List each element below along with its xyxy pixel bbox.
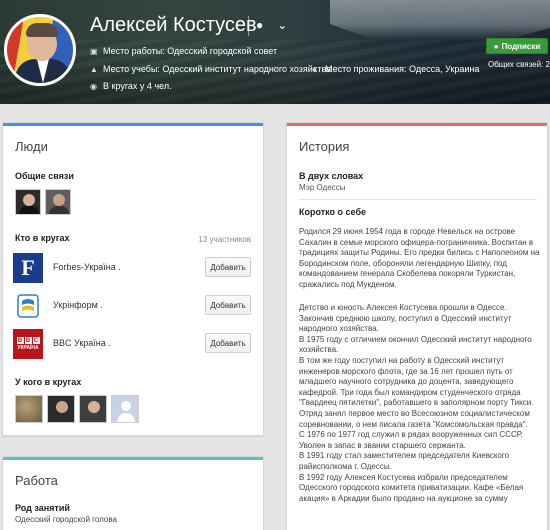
occupation-label: Род занятий	[15, 503, 70, 513]
occupation-value: Одесский городской голова	[15, 515, 117, 524]
avatar-hair	[26, 23, 58, 37]
common-connection-avatar-1[interactable]	[15, 189, 41, 215]
brief-value: Мэр Одессы	[299, 183, 346, 192]
common-connections-count: Общих связей: 2	[488, 60, 550, 69]
list-item-name[interactable]: Forbes-Україна .	[53, 262, 121, 272]
about-paragraph-2: Детство и юность Алексея Костусева прошл…	[299, 303, 534, 503]
people-title: Люди	[15, 139, 48, 154]
info-circles: ◉ В кругах у 4 чел.	[90, 81, 172, 91]
list-item: F Forbes-Україна . Добавить	[13, 251, 253, 285]
info-residence: ● Место проживания: Одесса, Украина	[312, 64, 479, 74]
info-education-text: Место учебы: Одесский институт народного…	[103, 64, 332, 74]
location-pin-icon[interactable]: ●	[256, 18, 263, 32]
location-pin-icon: ●	[312, 64, 317, 74]
has-in-circles-title: У кого в кругах	[15, 377, 82, 387]
briefcase-icon: ▣	[90, 46, 98, 56]
avatar[interactable]	[4, 14, 76, 86]
add-button[interactable]: Добавить	[205, 257, 251, 277]
chevron-down-icon[interactable]: ⌄	[277, 18, 287, 32]
list-item: Укрінформ . Добавить	[13, 289, 253, 323]
circle-member-avatar-1[interactable]	[15, 395, 43, 423]
work-card-accent	[3, 457, 263, 460]
add-button[interactable]: Добавить	[205, 295, 251, 315]
circles-icon: ◉	[90, 81, 97, 91]
list-item-name[interactable]: Укрінформ .	[53, 300, 103, 310]
subscribe-button[interactable]: ● Подписки	[486, 38, 548, 54]
list-item-name[interactable]: BBC Україна .	[53, 338, 111, 348]
subscribe-label: Подписки	[501, 41, 541, 51]
common-connections-title: Общие связи	[15, 171, 74, 181]
bbc-logo-icon[interactable]: B B C УКРАЇНА	[13, 329, 43, 359]
name-divider	[248, 16, 249, 36]
divider	[299, 199, 537, 200]
about-label: Коротко о себе	[299, 207, 367, 217]
profile-name: Алексей Костусев	[90, 14, 257, 36]
graduation-cap-icon: ▲	[90, 64, 98, 74]
history-card: История В двух словах Мэр Одессы Коротко…	[286, 122, 548, 530]
people-card: Люди Общие связи Кто в кругах 13 участни…	[2, 122, 264, 436]
circle-member-avatar-3[interactable]	[79, 395, 107, 423]
info-residence-text: Место проживания: Одесса, Украина	[325, 64, 480, 74]
info-education: ▲ Место учебы: Одесский институт народно…	[90, 64, 331, 74]
forbes-logo-icon[interactable]: F	[13, 253, 43, 283]
info-work-text: Место работы: Одесский городской совет	[103, 46, 278, 56]
info-circles-text: В кругах у 4 чел.	[103, 81, 172, 91]
check-circle-icon: ●	[493, 41, 499, 51]
work-card: Работа Род занятий Одесский городской го…	[2, 456, 264, 530]
ukrinform-logo-icon[interactable]	[13, 291, 43, 321]
people-card-accent	[3, 123, 263, 126]
common-connection-avatar-2[interactable]	[45, 189, 71, 215]
circle-member-avatar-2[interactable]	[47, 395, 75, 423]
brief-label: В двух словах	[299, 171, 364, 181]
in-circles-title: Кто в кругах	[15, 233, 70, 243]
list-item: B B C УКРАЇНА BBC Україна . Добавить	[13, 327, 253, 361]
cover-ship-image	[330, 0, 550, 40]
history-title: История	[299, 139, 350, 154]
in-circles-count[interactable]: 13 участников	[198, 235, 251, 244]
work-title: Работа	[15, 473, 58, 488]
add-button[interactable]: Добавить	[205, 333, 251, 353]
info-work: ▣ Место работы: Одесский городской совет	[90, 46, 277, 56]
history-card-accent	[287, 123, 547, 126]
circle-member-avatar-4[interactable]	[111, 395, 139, 423]
cover-shade	[0, 54, 550, 104]
about-paragraph-1: Родился 29 июня 1954 года в городе Невел…	[299, 227, 540, 289]
